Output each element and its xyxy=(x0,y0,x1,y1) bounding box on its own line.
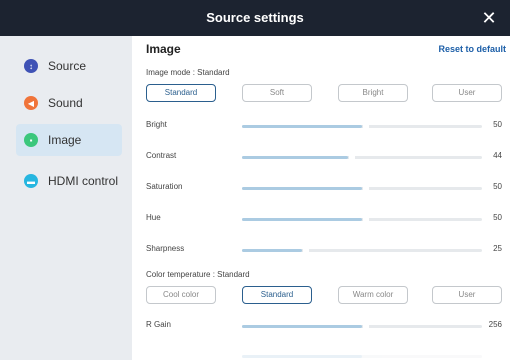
sidebar-item-label: Image xyxy=(48,133,82,147)
slider-saturation[interactable]: Saturation 50 xyxy=(146,180,506,196)
slider-track[interactable] xyxy=(242,122,482,131)
color-temp-warm-button[interactable]: Warm color xyxy=(338,286,408,304)
slider-track[interactable] xyxy=(242,184,482,193)
close-icon[interactable]: ✕ xyxy=(478,7,500,29)
slider-fill xyxy=(242,156,348,159)
slider-hue[interactable]: Hue 50 xyxy=(146,211,506,227)
slider-partially-visible xyxy=(146,348,506,360)
slider-knob[interactable] xyxy=(349,153,355,162)
slider-label: Contrast xyxy=(146,151,177,160)
color-temperature-label: Color temperature : Standard xyxy=(146,270,250,279)
slider-knob[interactable] xyxy=(363,215,369,224)
slider-fill xyxy=(242,125,362,128)
image-mode-standard-button[interactable]: Standard xyxy=(146,84,216,102)
slider-label: Sharpness xyxy=(146,244,185,253)
slider-fill xyxy=(242,187,362,190)
color-temp-user-button[interactable]: User xyxy=(432,286,502,304)
sidebar-item-image[interactable]: ▪ Image xyxy=(16,124,122,156)
slider-label: Bright xyxy=(146,120,167,129)
image-icon: ▪ xyxy=(24,133,38,147)
color-temp-standard-button[interactable]: Standard xyxy=(242,286,312,304)
slider-fill xyxy=(242,218,362,221)
slider-track[interactable] xyxy=(242,153,482,162)
slider-fill xyxy=(242,355,362,358)
slider-track[interactable] xyxy=(242,322,482,331)
image-mode-soft-button[interactable]: Soft xyxy=(242,84,312,102)
sidebar-item-label: Source xyxy=(48,59,87,73)
source-arrow-icon: ↕ xyxy=(24,59,38,73)
sidebar: ↕ Source ◀ Sound ▪ Image ▬ HDMI control xyxy=(0,36,132,360)
hdmi-icon: ▬ xyxy=(24,174,38,188)
sidebar-item-sound[interactable]: ◀ Sound xyxy=(16,87,122,119)
reset-to-default-link[interactable]: Reset to default xyxy=(438,44,506,54)
slider-r-gain[interactable]: R Gain 256 xyxy=(146,318,506,334)
settings-panel: Image Reset to default Image mode : Stan… xyxy=(132,36,510,360)
slider-value: 50 xyxy=(493,213,502,222)
slider-fill xyxy=(242,249,302,252)
sidebar-item-label: HDMI control xyxy=(48,174,119,188)
slider-knob[interactable] xyxy=(363,322,369,331)
image-mode-user-button[interactable]: User xyxy=(432,84,502,102)
slider-value: 50 xyxy=(493,182,502,191)
image-mode-label: Image mode : Standard xyxy=(146,68,230,77)
slider-knob[interactable] xyxy=(303,246,309,255)
section-heading: Image xyxy=(146,42,181,56)
sidebar-item-label: Sound xyxy=(48,96,83,110)
slider-track[interactable] xyxy=(242,246,482,255)
title-bar: Source settings ✕ xyxy=(0,0,510,36)
sidebar-item-hdmi-control[interactable]: ▬ HDMI control xyxy=(16,165,122,197)
slider-fill xyxy=(242,325,362,328)
slider-track xyxy=(242,355,482,358)
image-mode-bright-button[interactable]: Bright xyxy=(338,84,408,102)
slider-label: Hue xyxy=(146,213,161,222)
color-temp-cool-button[interactable]: Cool color xyxy=(146,286,216,304)
slider-track[interactable] xyxy=(242,215,482,224)
window-title: Source settings xyxy=(206,10,304,25)
slider-bright[interactable]: Bright 50 xyxy=(146,118,506,134)
slider-value: 25 xyxy=(493,244,502,253)
slider-sharpness[interactable]: Sharpness 25 xyxy=(146,242,506,258)
image-mode-options: Standard Soft Bright User xyxy=(146,84,506,102)
speaker-icon: ◀ xyxy=(24,96,38,110)
slider-knob[interactable] xyxy=(363,122,369,131)
slider-contrast[interactable]: Contrast 44 xyxy=(146,149,506,165)
slider-label: Saturation xyxy=(146,182,183,191)
slider-label: R Gain xyxy=(146,320,171,329)
slider-value: 44 xyxy=(493,151,502,160)
color-temperature-options: Cool color Standard Warm color User xyxy=(146,286,506,304)
slider-knob[interactable] xyxy=(363,184,369,193)
sidebar-item-source[interactable]: ↕ Source xyxy=(16,50,122,82)
slider-value: 256 xyxy=(488,320,502,329)
slider-value: 50 xyxy=(493,120,502,129)
